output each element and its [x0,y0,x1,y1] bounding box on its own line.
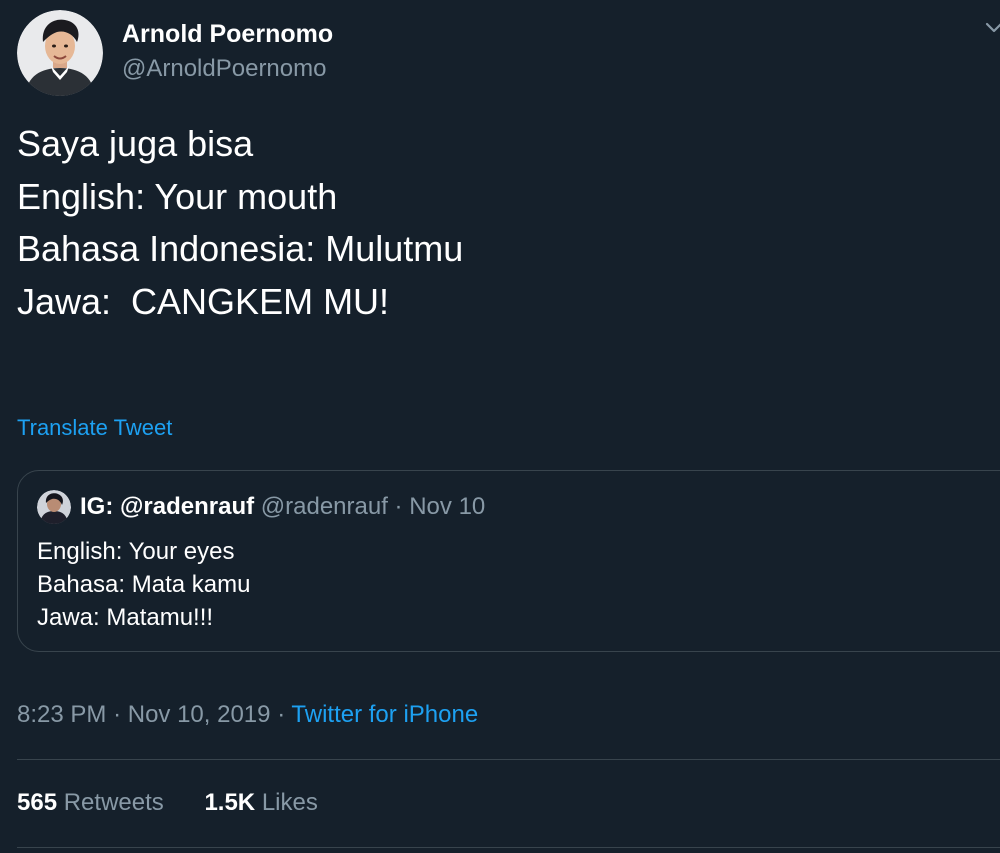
tweet-date[interactable]: Nov 10, 2019 [128,701,271,728]
tweet-metadata: 8:23 PM · Nov 10, 2019 · Twitter for iPh… [17,700,478,730]
quoted-author-name[interactable]: IG: @radenrauf [80,493,254,520]
quoted-tweet-header: IG: @radenrauf @radenrauf · Nov 10 [80,492,485,522]
quoted-text-line: English: Your eyes [37,538,235,565]
quoted-tweet-text: English: Your eyes Bahasa: Mata kamu Jaw… [37,535,250,634]
tweet-text-line: Bahasa Indonesia: Mulutmu [17,228,464,269]
separator-dot: · [113,701,122,728]
likes-count: 1.5K [204,789,256,816]
divider [17,847,1000,848]
tweet-detail: Arnold Poernomo @ArnoldPoernomo Saya jug… [0,0,1000,853]
divider [17,759,1000,760]
separator-dot: · [394,493,403,520]
translate-tweet-link[interactable]: Translate Tweet [17,415,172,441]
quoted-author-avatar[interactable] [37,490,71,524]
retweets-stat[interactable]: 565 Retweets [17,788,164,818]
likes-stat[interactable]: 1.5K Likes [204,788,317,818]
tweet-text-line: Saya juga bisa [17,123,254,164]
tweet-text-line: English: Your mouth [17,175,338,217]
author-handle[interactable]: @ArnoldPoernomo [122,55,326,83]
profile-photo-icon [17,10,103,96]
profile-photo-icon [37,490,71,524]
author-avatar[interactable] [17,10,103,96]
tweet-text-line: Jawa: CANGKEM MU! [17,280,390,322]
retweets-label: Retweets [63,789,164,816]
tweet-stats: 565 Retweets 1.5K Likes [17,788,318,818]
quoted-author-handle[interactable]: @radenrauf [261,493,388,520]
likes-label: Likes [261,789,318,816]
quoted-tweet-date[interactable]: Nov 10 [409,493,485,520]
quoted-text-line: Bahasa: Mata kamu [37,571,251,598]
separator-dot: · [277,701,286,728]
chevron-down-icon[interactable] [984,18,1000,38]
tweet-source-link[interactable]: Twitter for iPhone [291,701,478,728]
retweets-count: 565 [17,789,58,816]
author-name[interactable]: Arnold Poernomo [122,20,333,49]
quoted-text-line: Jawa: Matamu!!! [37,604,214,631]
tweet-text: Saya juga bisa English: Your mouth Bahas… [17,118,977,328]
tweet-time[interactable]: 8:23 PM [17,701,106,728]
quoted-tweet-card[interactable]: IG: @radenrauf @radenrauf · Nov 10 Engli… [17,470,1000,652]
